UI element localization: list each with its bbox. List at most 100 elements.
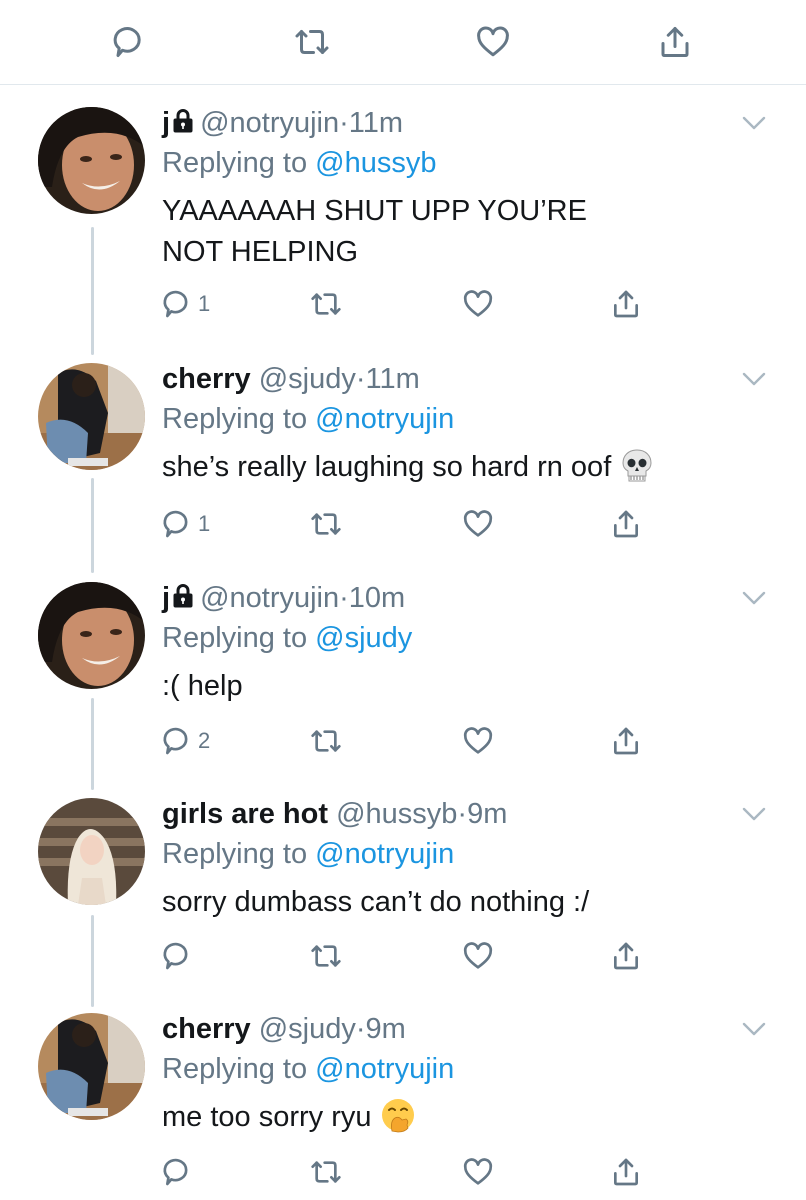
separator-dot: · [339,582,349,614]
like-button[interactable] [462,504,494,544]
replying-to-label: Replying to [162,1053,308,1085]
retweet-icon [311,945,341,967]
like-button[interactable] [462,284,494,324]
tweet-header: cherry @sjudy·11m [162,361,766,397]
tweet-action-bar: 1 [162,284,702,324]
reply-button[interactable]: 2 [162,721,210,761]
tweet-text-line: YAAAAAAH SHUT UPP YOU’RE [162,195,587,227]
replying-to: Replying to @notryujin [162,401,766,437]
share-button[interactable] [655,22,695,62]
retweet-icon [311,1161,341,1183]
reply-button[interactable]: 1 [162,504,210,544]
tweet-text: :( help [162,666,766,707]
user-handle[interactable]: @sjudy [259,363,356,395]
share-icon [614,510,638,538]
reply-count: 1 [198,511,211,536]
reply-icon [163,290,188,318]
retweet-button[interactable] [310,1152,342,1192]
tweet-text: YAAAAAAH SHUT UPP YOU’RE NOT HELPING [162,191,766,273]
share-button[interactable] [610,1152,642,1192]
replying-to-mention[interactable]: @hussyb [315,147,436,179]
tweet-menu-chevron[interactable] [742,1022,766,1036]
like-button[interactable] [462,721,494,761]
tweet-text-line: sorry dumbass can’t do nothing :/ [162,886,590,918]
replying-to-mention[interactable]: @notryujin [315,403,454,435]
reply-button[interactable] [110,22,150,62]
retweet-icon [311,513,341,535]
replying-to-mention[interactable]: @notryujin [315,1053,454,1085]
retweet-button[interactable] [310,284,342,324]
retweet-icon [311,730,341,752]
avatar-image [38,363,145,470]
avatar[interactable] [38,107,145,214]
chevron-down-icon [742,1022,766,1036]
avatar[interactable] [38,582,145,689]
avatar[interactable] [38,1013,145,1120]
like-icon [463,1158,493,1185]
retweet-button[interactable] [310,721,342,761]
retweet-button[interactable] [310,504,342,544]
like-icon [463,510,493,537]
chevron-down-icon [742,591,766,605]
tweet-action-bar: 1 [162,504,702,544]
retweet-button[interactable] [292,22,332,62]
like-button[interactable] [462,1152,494,1192]
like-button[interactable] [473,22,513,62]
avatar[interactable] [38,798,145,905]
separator-dot: · [457,798,468,830]
share-button[interactable] [610,721,642,761]
chevron-down-icon [742,116,766,130]
replying-to-label: Replying to [162,838,308,870]
tweet-text: she’s really laughing so hard rn oof [162,447,766,488]
like-icon [463,727,493,754]
tweet-action-bar [162,936,702,976]
timestamp[interactable]: 9m [467,798,507,830]
reply-button[interactable]: 1 [162,284,210,324]
avatar[interactable] [38,363,145,470]
hand-over-mouth-emoji-icon [380,1097,416,1133]
display-name[interactable]: j [162,582,170,614]
timestamp[interactable]: 9m [366,1013,406,1045]
reply-button[interactable] [162,936,198,976]
user-handle[interactable]: @notryujin [200,582,339,614]
share-button[interactable] [610,936,642,976]
timestamp[interactable]: 11m [366,363,420,395]
skull-emoji-icon [619,447,655,483]
display-name[interactable]: cherry [162,1013,251,1045]
user-handle[interactable]: @hussyb [336,798,457,830]
replying-to-label: Replying to [162,403,308,435]
reply-icon [163,1158,188,1186]
display-name[interactable]: cherry [162,363,251,395]
like-icon [463,942,493,969]
tweet-text-line: NOT HELPING [162,236,359,268]
replying-to-mention[interactable]: @notryujin [315,838,454,870]
display-name[interactable]: girls are hot [162,798,328,830]
tweet-menu-chevron[interactable] [742,807,766,821]
replying-to-label: Replying to [162,622,308,654]
replying-to: Replying to @notryujin [162,836,766,872]
tweet-text-line: she’s really laughing so hard rn oof [162,451,612,483]
like-button[interactable] [462,936,494,976]
share-button[interactable] [610,284,642,324]
tweet-header: j @notryujin·10m [162,580,766,616]
tweet-action-bar: 2 [162,721,702,761]
user-handle[interactable]: @notryujin [200,107,339,139]
tweet-menu-chevron[interactable] [742,591,766,605]
reply-count: 1 [198,291,211,316]
avatar-image [38,798,145,905]
reply-button[interactable] [162,1152,198,1192]
tweet-menu-chevron[interactable] [742,372,766,386]
share-button[interactable] [610,504,642,544]
reply-count: 2 [198,728,211,753]
replying-to-mention[interactable]: @sjudy [315,622,412,654]
retweet-button[interactable] [310,936,342,976]
reply-icon [113,27,141,57]
like-icon [463,290,493,317]
timestamp[interactable]: 10m [349,582,405,614]
timestamp[interactable]: 11m [349,107,403,139]
display-name[interactable]: j [162,107,170,139]
tweet-menu-chevron[interactable] [742,116,766,130]
avatar-image [38,582,145,689]
user-handle[interactable]: @sjudy [259,1013,356,1045]
share-icon [614,942,638,970]
